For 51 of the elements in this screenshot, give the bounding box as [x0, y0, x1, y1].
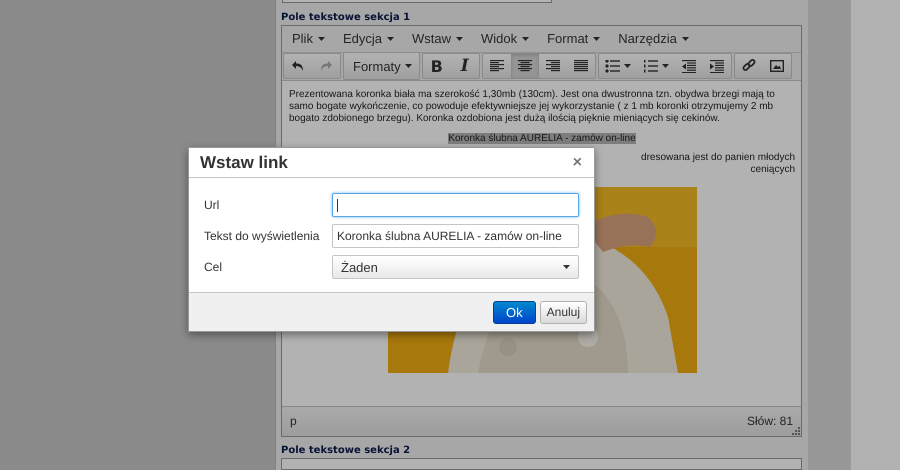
target-dropdown[interactable]: Żaden: [332, 255, 579, 279]
caret-icon: [456, 36, 463, 41]
field-label: Tekst do wyświetlenia: [204, 229, 320, 243]
text-field[interactable]: [282, 0, 552, 3]
section-label: Pole tekstowe sekcja 2: [281, 444, 412, 456]
word-count: Słów: 81: [746, 414, 793, 428]
undo-icon: [291, 60, 305, 72]
bold-button[interactable]: B: [422, 54, 451, 78]
close-button[interactable]: ×: [570, 154, 584, 172]
numbered-list-icon: [642, 60, 658, 73]
align-center-button[interactable]: [510, 54, 539, 78]
caret-icon: [624, 64, 631, 68]
resize-handle-icon[interactable]: [792, 426, 800, 435]
caret-icon: [522, 36, 530, 41]
caret-icon: [662, 64, 669, 68]
align-left-icon: [490, 60, 504, 72]
paragraph: dresowana jest do panien młodych ceniących: [641, 152, 795, 175]
indent-icon: [710, 60, 724, 73]
align-justify-icon: [574, 60, 588, 72]
paragraph: Prezentowana koronka biała ma szerokość 1,30mb (130cm). Jest ona dwustronna tzn. obydwa brzegi mają to samo bogate wykończenie, co powoduje efektywniejsze jej wykorzystanie ( z 1 mb koronki otrzymujemy 2 mb bogato zdobionego brzegu). Koronka ozdobiona jest dużą ilością pięknie mieniących się cekinów.: [289, 88, 776, 125]
cancel-button[interactable]: Anuluj: [540, 300, 587, 324]
italic-button[interactable]: I: [450, 54, 479, 78]
menu-item[interactable]: Format: [540, 29, 608, 48]
redo-icon: [319, 60, 333, 72]
image-icon: [770, 60, 784, 72]
section-label: Pole tekstowe sekcja 1: [281, 12, 412, 24]
text-field[interactable]: Koronka ślubna AURELIA - zamów on-line: [332, 224, 579, 248]
menu-item[interactable]: Plik: [285, 29, 332, 48]
align-center-icon: [518, 60, 532, 72]
ok-button[interactable]: Ok: [493, 300, 536, 324]
bullet-list-icon: [604, 60, 620, 73]
link-icon: [742, 59, 756, 74]
menu-item[interactable]: Widok: [474, 29, 536, 48]
caret-icon: [682, 36, 689, 41]
selected-text: Koronka ślubna AURELIA - zamów on-line: [448, 132, 636, 144]
element-path[interactable]: p: [290, 414, 297, 428]
field-label: Url: [204, 198, 220, 212]
url-field[interactable]: [332, 193, 579, 217]
caret-icon: [318, 36, 325, 41]
menu-item[interactable]: Edycja: [336, 29, 401, 48]
caret-icon: [404, 64, 412, 68]
align-right-icon: [546, 60, 560, 72]
dialog-title: Wstaw link: [200, 152, 288, 172]
menu-item[interactable]: Wstaw: [404, 29, 470, 48]
caret-icon: [386, 36, 394, 41]
outdent-icon: [682, 60, 696, 73]
menu-item[interactable]: Narzędzia: [611, 29, 696, 48]
field-label: Cel: [204, 260, 224, 274]
caret-icon: [593, 36, 600, 41]
caret-icon: [563, 265, 570, 269]
format-dropdown[interactable]: Formaty: [344, 53, 419, 80]
